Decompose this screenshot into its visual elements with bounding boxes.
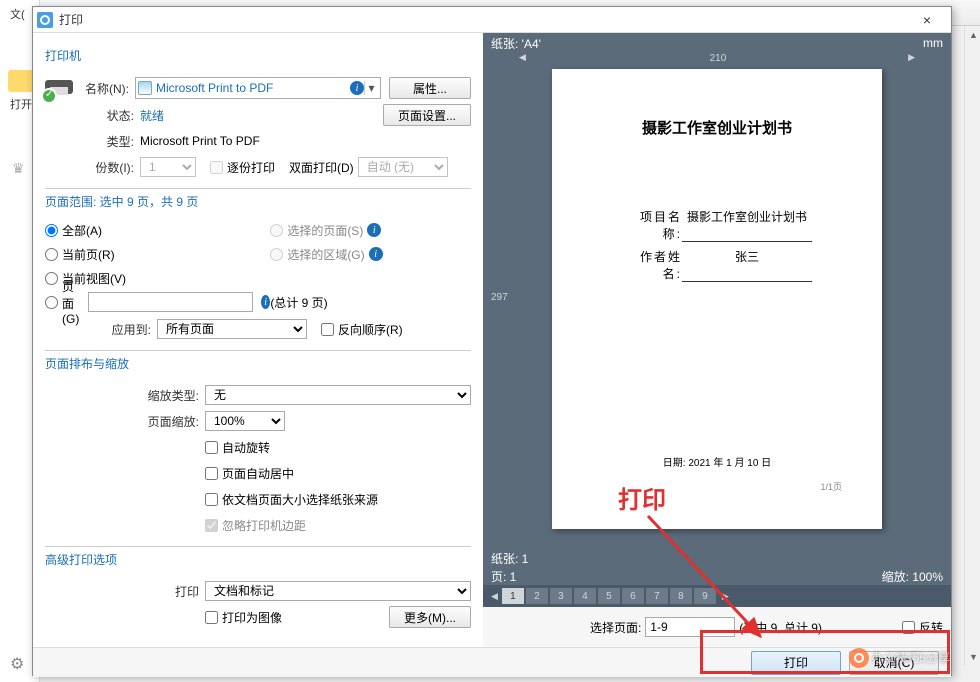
apply-select[interactable]: 所有页面 — [157, 319, 307, 339]
info-icon[interactable]: i — [367, 223, 381, 237]
printer-icon — [45, 76, 77, 100]
chevron-down-icon[interactable]: ▾ — [364, 81, 378, 95]
app-icon — [37, 12, 53, 28]
auto-center-checkbox[interactable]: 页面自动居中 — [205, 465, 294, 482]
preview-header: 纸张: 'A4'mm — [483, 33, 951, 53]
apply-label: 应用到: — [45, 321, 157, 338]
print-button[interactable]: 打印 — [751, 651, 841, 675]
advanced-section-title: 高级打印选项 — [45, 551, 123, 568]
type-label: 类型: — [45, 133, 140, 150]
window-title: 打印 — [59, 11, 907, 28]
layout-section-title: 页面排布与缩放 — [45, 355, 135, 372]
ruler-left: 297 — [491, 73, 511, 529]
preview-footer-2: 页: 1缩放: 100% — [483, 567, 951, 585]
pdf-icon — [138, 81, 152, 95]
copies-select: 1 — [140, 157, 196, 177]
crown-icon: ♛ — [12, 160, 25, 177]
page-tab-7[interactable]: 7 — [646, 588, 668, 604]
printer-section-title: 打印机 — [45, 47, 87, 64]
radio-selected-area[interactable]: 选择的区域(G) — [270, 246, 364, 263]
folder-icon — [8, 70, 34, 92]
info-icon[interactable]: i — [261, 295, 270, 309]
reverse-checkbox[interactable]: 反转 — [902, 619, 943, 636]
printer-name-select[interactable]: Microsoft Print to PDF i ▾ — [135, 77, 381, 99]
type-value: Microsoft Print To PDF — [140, 134, 260, 148]
ruler-top: ◀ ▶ 210 — [533, 55, 901, 65]
radio-current[interactable]: 当前页(R) — [45, 246, 115, 263]
duplex-label: 双面打印(D) — [289, 159, 354, 176]
print-as-image-checkbox[interactable]: 打印为图像 — [205, 609, 282, 626]
more-button[interactable]: 更多(M)... — [389, 606, 471, 628]
collate-checkbox: 逐份打印 — [210, 159, 275, 176]
total-pages: (总计 9 页) — [270, 294, 327, 311]
scrollbar-right[interactable]: ▲ ▼ — [964, 26, 980, 666]
scale-select[interactable]: 100% — [205, 411, 285, 431]
range-section-title: 页面范围: 选中 9 页，共 9 页 — [45, 193, 204, 210]
page-tab-8[interactable]: 8 — [670, 588, 692, 604]
doc-date: 日期: 2021 年 1 月 10 日 — [552, 454, 882, 469]
page-tab-1[interactable]: 1 — [502, 588, 524, 604]
scale-type-select[interactable]: 无 — [205, 385, 471, 405]
print-what-select[interactable]: 文档和标记 — [205, 581, 471, 601]
duplex-select: 自动 (无) — [358, 157, 448, 177]
doc-title: 摄影工作室创业计划书 — [582, 117, 852, 138]
copies-label: 份数(I): — [45, 159, 140, 176]
ignore-margins-checkbox: 忽略打印机边距 — [205, 517, 306, 534]
select-pages-label: 选择页面: — [590, 619, 641, 636]
reverse-order-checkbox[interactable]: 反向顺序(R) — [321, 321, 403, 338]
settings-gear-icon[interactable]: ⚙ — [10, 654, 24, 674]
page-prev[interactable]: ◀ — [487, 591, 502, 602]
page-tab-4[interactable]: 4 — [574, 588, 596, 604]
cancel-button[interactable]: 取消(C) — [849, 651, 939, 675]
info-icon[interactable]: i — [350, 81, 364, 95]
preview-area: ◀ ▶ 210 297 摄影工作室创业计划书 项目名称:摄影工作室创业计划书 作… — [483, 53, 951, 549]
radio-all[interactable]: 全部(A) — [45, 222, 102, 239]
status-value: 就绪 — [140, 107, 164, 124]
scale-type-label: 缩放类型: — [45, 387, 205, 404]
page-tab-9[interactable]: 9 — [694, 588, 716, 604]
close-button[interactable]: × — [907, 12, 947, 28]
preview-page: 摄影工作室创业计划书 项目名称:摄影工作室创业计划书 作者姓名:张三 日期: 2… — [552, 69, 882, 529]
paper-by-doc-checkbox[interactable]: 依文档页面大小选择纸张来源 — [205, 491, 378, 508]
name-label: 名称(N): — [85, 80, 135, 97]
print-dialog: 打印 × 打印机 名称(N): Microsoft Print to PDF i… — [32, 6, 952, 676]
page-tab-2[interactable]: 2 — [526, 588, 548, 604]
properties-button[interactable]: 属性... — [389, 77, 471, 99]
select-pages-input[interactable] — [645, 617, 735, 637]
titlebar: 打印 × — [33, 7, 951, 33]
select-pages-info: (选中 9, 总计 9) — [739, 619, 822, 636]
scale-label: 页面缩放: — [45, 413, 205, 430]
radio-selected-pages[interactable]: 选择的页面(S) — [270, 222, 363, 239]
info-icon[interactable]: i — [369, 247, 383, 261]
file-menu-stub: 文( — [10, 6, 25, 22]
page-tab-5[interactable]: 5 — [598, 588, 620, 604]
open-label[interactable]: 打开 — [10, 96, 32, 112]
preview-footer: 纸张: 1 — [483, 549, 951, 567]
print-what-label: 打印 — [45, 583, 205, 600]
page-setup-button[interactable]: 页面设置... — [383, 104, 471, 126]
page-next[interactable]: ▶ — [718, 591, 733, 602]
status-label: 状态: — [45, 107, 140, 124]
page-strip: ◀ 123456789 ▶ — [483, 585, 951, 607]
page-tab-6[interactable]: 6 — [622, 588, 644, 604]
page-tab-3[interactable]: 3 — [550, 588, 572, 604]
radio-pages[interactable]: 页面(G) — [45, 278, 84, 326]
pages-input[interactable] — [88, 292, 253, 312]
auto-rotate-checkbox[interactable]: 自动旋转 — [205, 439, 270, 456]
